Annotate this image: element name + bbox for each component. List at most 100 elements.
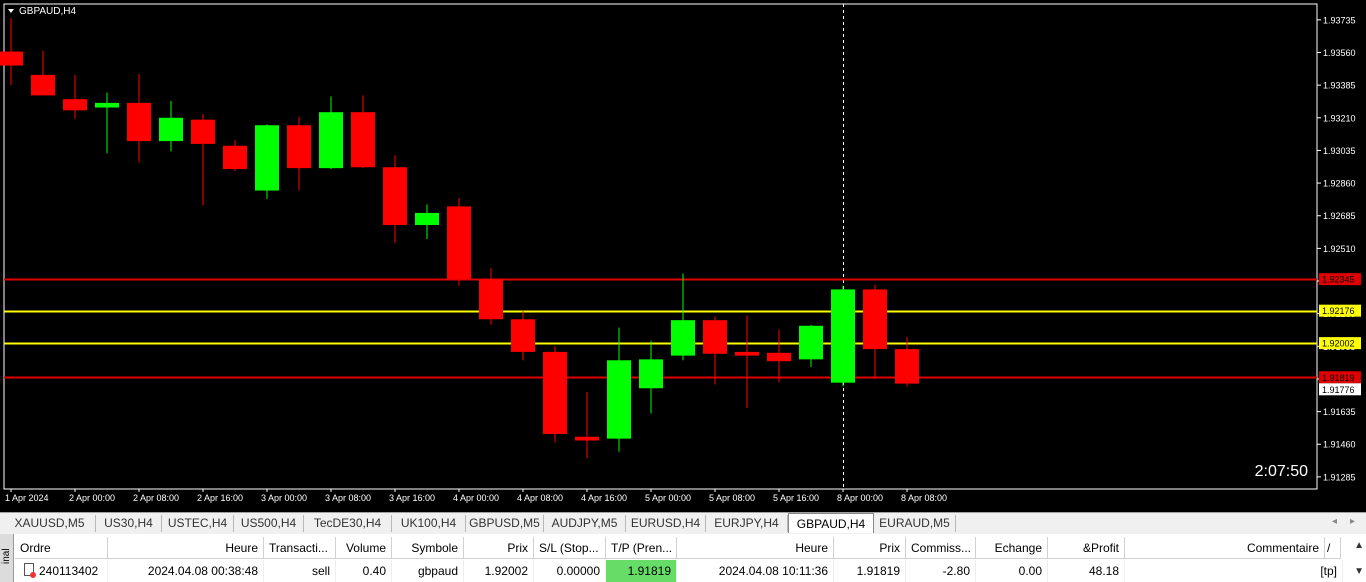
chart-symbol-label: GBPAUD,H4 — [19, 6, 76, 17]
candle-body — [863, 289, 887, 350]
candle-body — [63, 99, 87, 111]
table-scroll-down-icon[interactable]: ▼ — [1354, 566, 1364, 577]
candle-body — [0, 51, 23, 66]
col-header-tp[interactable]: T/P (Pren... — [606, 537, 677, 559]
bid-price-label: 1.91776 — [1322, 385, 1355, 395]
price-level-tag-label: 1.92176 — [1322, 306, 1355, 316]
y-tick-label: 1.91635 — [1323, 407, 1356, 417]
y-tick-label: 1.92685 — [1323, 211, 1356, 221]
candle-body — [799, 325, 823, 360]
bar-countdown: 2:07:50 — [1255, 463, 1308, 480]
col-header-echange[interactable]: Echange — [976, 537, 1048, 559]
x-tick-label: 2 Apr 08:00 — [133, 493, 179, 503]
cell-volume: 0.40 — [336, 560, 392, 582]
col-header-symbole[interactable]: Symbole — [392, 537, 464, 559]
candle — [543, 346, 567, 443]
col-header-heure[interactable]: Heure — [108, 537, 264, 559]
cell-profit: 48.18 — [1048, 560, 1125, 582]
col-header-ordre[interactable]: Ordre — [15, 537, 108, 559]
x-tick-label: 4 Apr 08:00 — [517, 493, 563, 503]
order-doc-icon — [24, 563, 36, 578]
candle-body — [671, 320, 695, 356]
tab-scroll-left-icon[interactable]: ◂ — [1332, 516, 1337, 527]
candle-body — [511, 319, 535, 352]
candle-body — [95, 102, 119, 108]
tab-xauusd-m5[interactable]: XAUUSD,M5 — [4, 515, 96, 532]
candle-body — [767, 352, 791, 362]
tab-gbpusd-m5[interactable]: GBPUSD,M5 — [466, 515, 544, 532]
tab-tecde30-h4[interactable]: TecDE30,H4 — [304, 515, 392, 532]
candle-body — [287, 125, 311, 169]
col-header-profit[interactable]: &Profit — [1048, 537, 1125, 559]
candle — [831, 285, 855, 387]
tab-us30-h4[interactable]: US30,H4 — [96, 515, 162, 532]
y-tick-label: 1.91285 — [1323, 472, 1356, 482]
cell-heure-close: 2024.04.08 10:11:36 — [677, 560, 834, 582]
cell-ordre: 240113402 — [34, 560, 108, 582]
candle-body — [31, 74, 55, 96]
terminal-side-tab[interactable]: inal — [0, 534, 14, 582]
cell-commission: -2.80 — [906, 560, 976, 582]
candle-body — [575, 436, 599, 441]
x-tick-label: 2 Apr 00:00 — [69, 493, 115, 503]
x-tick-label: 3 Apr 00:00 — [261, 493, 307, 503]
cell-transaction: sell — [264, 560, 336, 582]
x-tick-label: 5 Apr 00:00 — [645, 493, 691, 503]
tab-audjpy-m5[interactable]: AUDJPY,M5 — [544, 515, 626, 532]
candle-body — [319, 112, 343, 169]
x-tick-label: 8 Apr 08:00 — [901, 493, 947, 503]
col-header-prix-close[interactable]: Prix — [834, 537, 906, 559]
col-header-transaction[interactable]: Transacti... — [264, 537, 336, 559]
tab-ustec-h4[interactable]: USTEC,H4 — [162, 515, 234, 532]
candle-body — [223, 145, 247, 170]
y-tick-label: 1.91460 — [1323, 440, 1356, 450]
candle-body — [255, 125, 279, 191]
column-menu-icon[interactable]: / — [1325, 537, 1341, 559]
tab-scroll-right-icon[interactable]: ▸ — [1350, 516, 1355, 527]
table-scroll-up-icon[interactable]: ▲ — [1354, 540, 1364, 551]
price-level-tag-label: 1.92345 — [1322, 275, 1355, 285]
candle-body — [383, 167, 407, 226]
y-tick-label: 1.93035 — [1323, 146, 1356, 156]
candle-body — [543, 351, 567, 434]
cell-tp: 1.91819 — [606, 560, 677, 582]
tab-us500-h4[interactable]: US500,H4 — [234, 515, 304, 532]
candle-body — [639, 359, 663, 389]
col-header-heure-close[interactable]: Heure — [677, 537, 834, 559]
terminal-side-label: inal — [1, 548, 12, 564]
tab-euraud-m5[interactable]: EURAUD,M5 — [874, 515, 956, 532]
tab-uk100-h4[interactable]: UK100,H4 — [392, 515, 466, 532]
chart-tabs-bar: ◂ ▸ XAUUSD,M5 US30,H4 USTEC,H4 US500,H4 TecD… — [0, 512, 1366, 534]
price-level-tag-label: 1.91819 — [1322, 373, 1355, 383]
col-header-volume[interactable]: Volume — [336, 537, 392, 559]
tab-gbpaud-h4[interactable]: GBPAUD,H4 — [788, 513, 874, 533]
col-header-prix[interactable]: Prix — [464, 537, 534, 559]
x-tick-label: 5 Apr 16:00 — [773, 493, 819, 503]
x-tick-label: 1 Apr 2024 — [5, 493, 49, 503]
candle-body — [703, 320, 727, 354]
candle-body — [895, 349, 919, 384]
y-tick-label: 1.93735 — [1323, 15, 1356, 25]
candle-body — [607, 360, 631, 439]
candle-body — [735, 351, 759, 356]
col-header-commentaire[interactable]: Commentaire — [1125, 537, 1325, 559]
y-tick-label: 1.92510 — [1323, 244, 1356, 254]
price-chart[interactable]: 1.93735 1.93560 1.93385 1.93210 1.93035 1.928… — [0, 0, 1366, 512]
cell-echange: 0.00 — [976, 560, 1048, 582]
x-tick-label: 2 Apr 16:00 — [197, 493, 243, 503]
cell-symbole: gbpaud — [392, 560, 464, 582]
x-tick-label: 4 Apr 16:00 — [581, 493, 627, 503]
x-tick-label: 8 Apr 00:00 — [837, 493, 883, 503]
candle — [447, 198, 471, 286]
col-header-commission[interactable]: Commiss... — [906, 537, 976, 559]
x-tick-label: 4 Apr 00:00 — [453, 493, 499, 503]
cell-commentaire: [tp] — [1125, 560, 1343, 582]
tab-eurjpy-h4[interactable]: EURJPY,H4 — [706, 515, 788, 532]
candle-body — [447, 206, 471, 280]
x-tick-label: 3 Apr 08:00 — [325, 493, 371, 503]
chart-symbol-header[interactable]: GBPAUD,H4 — [8, 6, 76, 17]
x-tick-label: 5 Apr 08:00 — [709, 493, 755, 503]
col-header-sl[interactable]: S/L (Stop... — [534, 537, 606, 559]
cell-prix: 1.92002 — [464, 560, 534, 582]
tab-eurusd-h4[interactable]: EURUSD,H4 — [626, 515, 706, 532]
